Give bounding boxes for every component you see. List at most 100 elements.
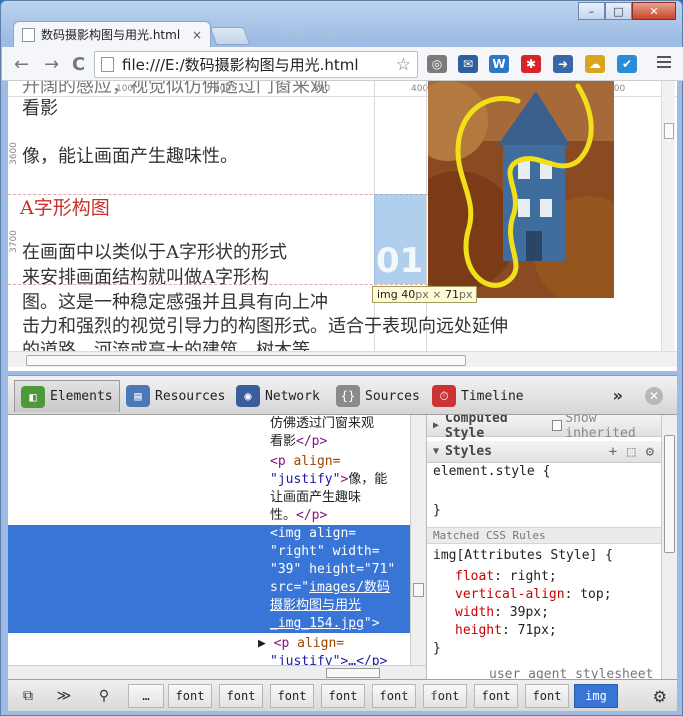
mail-extension-icon[interactable]: ✉ — [458, 55, 478, 73]
scroll-thumb[interactable] — [664, 123, 674, 139]
more-panels-icon[interactable]: » — [613, 386, 623, 405]
expand-triangle-icon: ▶ — [433, 420, 440, 431]
image-src-link[interactable]: 摄影构图与用光 — [270, 598, 361, 613]
dom-tree-panel: 仿佛透过门窗来观 看影</p> <p align= "justify">像，能 … — [8, 415, 410, 665]
dom-line: _img_154.jpg"> — [270, 615, 380, 633]
dom-line[interactable]: "justify">…</p> — [270, 653, 387, 665]
highlight-number: 01 — [376, 241, 424, 281]
notify-extension-icon[interactable]: ✔ — [617, 55, 637, 73]
expand-arrow-icon[interactable]: ▶ — [258, 636, 266, 651]
word-extension-icon[interactable]: W — [489, 55, 509, 73]
url-text[interactable]: file:///E:/数码摄影构图与用光.html — [122, 54, 396, 75]
tooltip-times: × — [428, 288, 445, 301]
breadcrumb-item[interactable]: font — [270, 684, 314, 708]
breadcrumb-item[interactable]: font — [168, 684, 212, 708]
weather-extension-icon[interactable]: ☁ — [585, 55, 605, 73]
back-icon[interactable]: ← — [14, 54, 29, 75]
maximize-button[interactable]: □ — [605, 2, 632, 20]
browser-tab[interactable]: 数码摄影构图与用光.html × — [13, 21, 211, 47]
breadcrumb-item[interactable]: font — [321, 684, 365, 708]
sources-icon: {} — [336, 385, 360, 407]
search-icon[interactable]: ⚲ — [92, 686, 116, 706]
tooltip-width: 40 — [401, 288, 416, 301]
share-extension-icon[interactable]: ➜ — [553, 55, 573, 73]
dom-line[interactable]: ▶ <p align= — [258, 635, 344, 653]
computed-style-header[interactable]: ▶ Computed Style Show inherited — [427, 415, 661, 441]
tab-label: Elements — [50, 389, 113, 404]
dom-line[interactable]: 看影</p> — [270, 433, 327, 451]
styles-scrollbar[interactable] — [661, 415, 677, 679]
dom-line[interactable]: 让画面产生趣味 — [270, 489, 361, 507]
shield-extension-icon[interactable]: ◎ — [427, 55, 447, 73]
dom-line[interactable]: "justify">像，能 — [270, 471, 387, 489]
close-window-button[interactable]: ✕ — [632, 2, 676, 20]
minimize-button[interactable]: – — [578, 2, 605, 20]
breadcrumb-item[interactable]: … — [128, 684, 164, 708]
breadcrumb-item[interactable]: font — [525, 684, 569, 708]
css-property[interactable]: width: 39px; — [455, 605, 549, 620]
tab-elements[interactable]: ◧ Elements — [14, 380, 120, 412]
address-bar[interactable]: file:///E:/数码摄影构图与用光.html ☆ — [94, 51, 418, 78]
dom-attr: src=" — [270, 580, 310, 595]
page-vertical-scrollbar[interactable] — [661, 81, 675, 351]
tab-strip-ghost-text: · · 运用 · 数 · 光 — [256, 31, 370, 42]
image-src-link[interactable]: _img_154.jpg — [270, 616, 364, 631]
image-src-link[interactable]: images/数码 — [309, 580, 390, 595]
css-property[interactable]: float: right; — [455, 569, 557, 584]
tab-network[interactable]: ◉ Network — [230, 380, 326, 412]
add-rule-icon[interactable]: + — [609, 444, 617, 460]
selected-dom-node[interactable]: <img align= "right" width= "39" height="… — [8, 525, 410, 633]
checkbox-icon[interactable] — [552, 420, 563, 431]
element-style-rule[interactable]: element.style { — [433, 464, 550, 479]
dock-icon[interactable]: ⧉ — [16, 686, 40, 706]
styles-header[interactable]: ▼ Styles + ⬚ ⚙ — [427, 441, 661, 463]
breadcrumb-item[interactable]: img — [574, 684, 618, 708]
dom-line[interactable]: 性。</p> — [270, 507, 327, 525]
tab-timeline[interactable]: ⏱ Timeline — [426, 380, 530, 412]
property-value: top; — [580, 587, 612, 602]
rule-selector[interactable]: img[Attributes Style] { — [433, 548, 613, 563]
property-name: float — [455, 569, 495, 584]
rule-close: } — [433, 641, 441, 656]
reload-icon[interactable]: C — [72, 54, 85, 75]
dom-horizontal-scrollbar[interactable] — [8, 665, 426, 679]
tab-resources[interactable]: ▤ Resources — [120, 380, 231, 412]
page-text-line: 在画面中以类似于A字形状的形式 — [22, 242, 287, 263]
tab-title: 数码摄影构图与用光.html — [41, 28, 181, 42]
forward-icon[interactable]: → — [44, 54, 59, 75]
tab-sources[interactable]: {} Sources — [330, 380, 426, 412]
show-inherited-label: Show inherited — [565, 415, 636, 441]
dom-line[interactable]: <p align= — [270, 453, 340, 471]
dom-line[interactable]: 仿佛透过门窗来观 — [270, 415, 374, 433]
new-tab-button[interactable] — [209, 27, 251, 45]
dom-vertical-scrollbar[interactable] — [410, 415, 426, 665]
window-controls: – □ ✕ — [578, 2, 676, 20]
dom-line: "39" height="71" — [270, 562, 396, 577]
css-property[interactable]: vertical-align: top; — [455, 587, 612, 602]
scroll-thumb[interactable] — [26, 355, 466, 366]
bookmark-star-icon[interactable]: ☆ — [396, 55, 411, 75]
page-horizontal-scrollbar[interactable] — [8, 351, 677, 367]
chrome-menu-icon[interactable] — [657, 56, 671, 70]
ruler-tick: 3700 — [9, 230, 19, 253]
scroll-thumb[interactable] — [664, 435, 675, 553]
property-value: 39px; — [509, 605, 549, 620]
scroll-thumb[interactable] — [326, 668, 380, 678]
css-property[interactable]: height: 71px; — [455, 623, 557, 638]
property-name: height — [455, 623, 502, 638]
element-state-icon[interactable]: ⬚ — [627, 444, 635, 460]
show-inherited-checkbox[interactable]: Show inherited — [552, 415, 661, 441]
settings-gear-icon[interactable]: ⚙ — [646, 444, 654, 460]
dom-value: "justify">…</p> — [270, 654, 388, 665]
tab-close-icon[interactable]: × — [192, 28, 202, 42]
breadcrumb-item[interactable]: font — [219, 684, 263, 708]
dom-tag: "> — [363, 616, 380, 631]
close-devtools-icon[interactable]: ✕ — [645, 387, 663, 405]
property-value: 71px; — [517, 623, 557, 638]
user-agent-label: user agent stylesheet — [489, 667, 654, 679]
settings-icon[interactable]: ⚙ — [653, 687, 667, 706]
evernote-extension-icon[interactable]: ✱ — [521, 55, 541, 73]
styles-sidebar: ▶ Computed Style Show inherited ▼ Styles… — [426, 415, 661, 679]
console-icon[interactable]: ≫ — [52, 686, 76, 706]
scroll-thumb[interactable] — [413, 583, 424, 597]
